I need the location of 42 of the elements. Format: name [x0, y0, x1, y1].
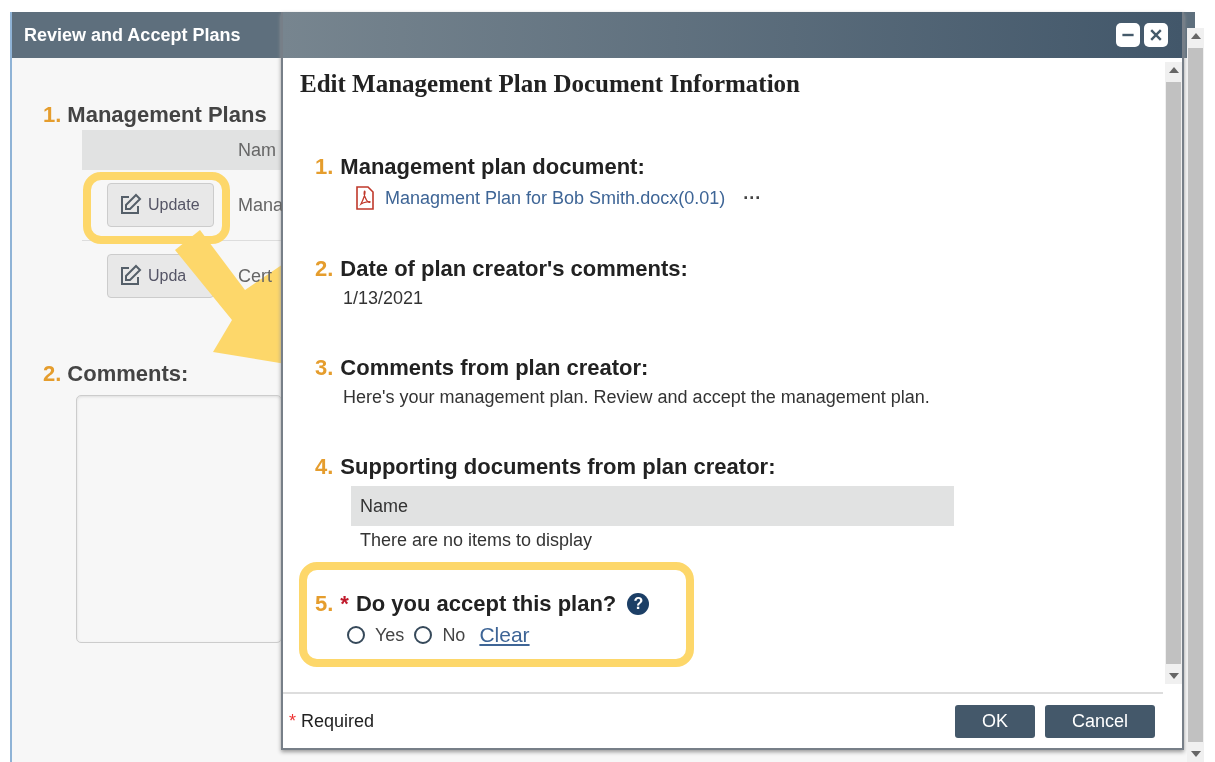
field-value: Here's your management plan. Review and accept the management plan. [343, 387, 931, 408]
document-icon [355, 186, 375, 210]
scrollbar[interactable] [1187, 28, 1204, 762]
dialog-button[interactable]: Cancel [1045, 704, 1155, 738]
comments-field[interactable] [76, 395, 282, 643]
radio-option[interactable]: No [414, 624, 466, 646]
section-number: 4. [315, 454, 334, 480]
update-button[interactable]: Update [107, 183, 214, 227]
section-number: 2. [43, 361, 62, 387]
dialog-title: Edit Management Plan Document Information [300, 70, 801, 98]
edit-icon [118, 264, 142, 288]
section-heading: Comments from plan creator: [340, 355, 649, 381]
required-mark: * [289, 710, 296, 731]
section-number: 1. [43, 102, 62, 128]
section-heading: Comments: [67, 361, 189, 387]
radio-option[interactable]: Yes [347, 624, 405, 646]
scrollbar[interactable] [1165, 62, 1182, 684]
empty-message: There are no items to display [360, 530, 594, 551]
section-number: 1. [315, 154, 334, 180]
required-mark: * [340, 591, 349, 617]
section-number: 2. [315, 256, 334, 282]
close-icon [1148, 27, 1164, 43]
section-heading: Date of plan creator's comments: [340, 256, 688, 282]
edit-icon [118, 193, 142, 217]
minimize-button[interactable] [1116, 23, 1140, 47]
close-button[interactable] [1144, 23, 1168, 47]
section-heading: Management Plans [67, 102, 267, 128]
section-heading: Management plan document: [340, 154, 645, 180]
section-heading: Do you accept this plan? [355, 591, 617, 617]
window-title: Review and Accept Plans [24, 24, 241, 46]
more-button[interactable]: ··· [743, 187, 762, 209]
section-heading: Supporting documents from plan creator: [340, 454, 776, 480]
file-link[interactable]: Managment Plan for Bob Smith.docx(0.01) [385, 187, 726, 209]
required-note: Required [301, 710, 375, 731]
field-value: 1/13/2021 [343, 288, 425, 309]
section-number: 5. [315, 591, 334, 617]
section-number: 3. [315, 355, 334, 381]
dialog-button[interactable]: OK [955, 704, 1035, 738]
clear-link[interactable]: Clear [479, 623, 530, 647]
help-icon[interactable]: ? [627, 593, 650, 615]
column-heading: Name [360, 495, 408, 517]
column-heading: Nam [238, 139, 276, 161]
